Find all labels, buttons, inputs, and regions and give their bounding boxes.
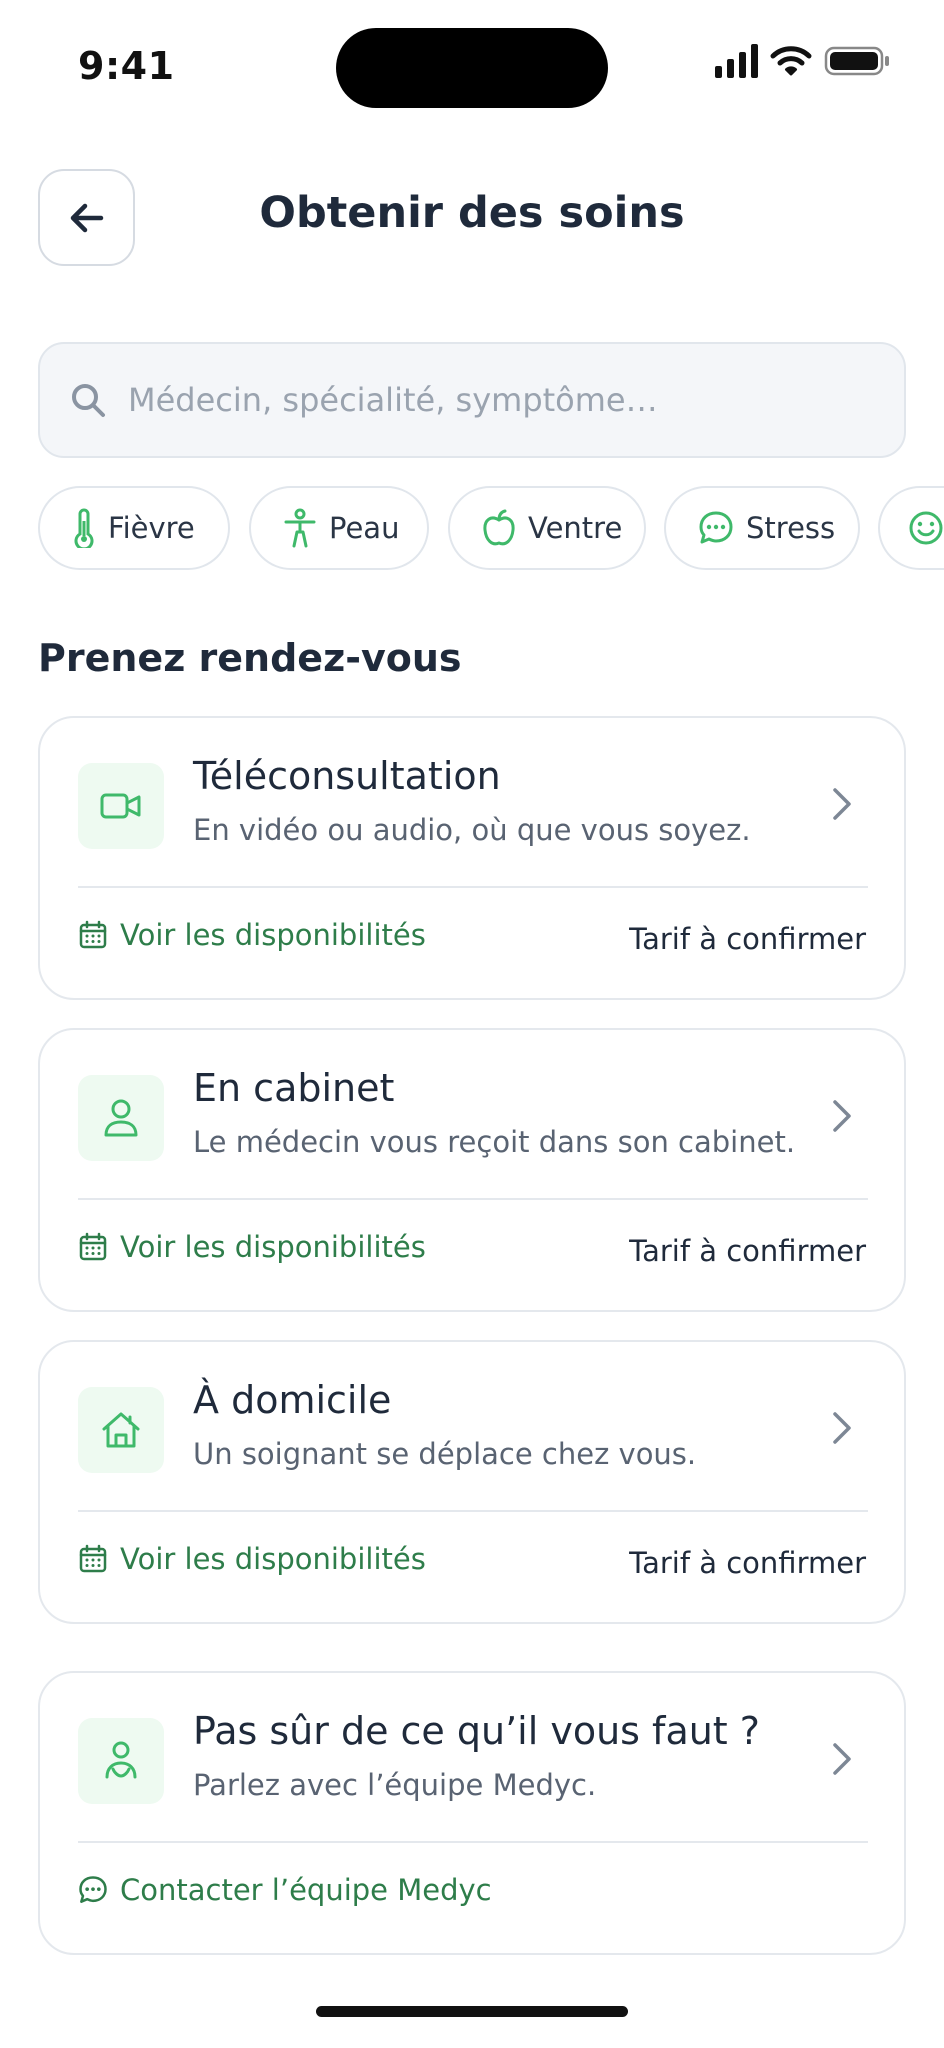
person-icon bbox=[104, 1099, 138, 1137]
symptom-chips: Fièvre Peau Ventre Stress bbox=[38, 486, 944, 570]
calendar-icon bbox=[79, 1232, 107, 1261]
card-help: Pas sûr de ce qu’il vous faut ? Parlez a… bbox=[38, 1671, 906, 1955]
home-indicator[interactable] bbox=[316, 2006, 628, 2017]
chip-label: Stress bbox=[746, 511, 836, 545]
card-title: Pas sûr de ce qu’il vous faut ? bbox=[193, 1709, 760, 1753]
thermometer-icon bbox=[74, 508, 94, 548]
card-subtitle: Parlez avec l’équipe Medyc. bbox=[193, 1768, 597, 1802]
battery-icon bbox=[824, 46, 889, 76]
card-teleconsultation-main[interactable]: Téléconsultation En vidéo ou audio, où q… bbox=[40, 718, 904, 888]
chat-bubble-icon bbox=[699, 511, 733, 544]
card-a-domicile: À domicile Un soignant se déplace chez v… bbox=[38, 1340, 906, 1624]
screen: 9:41 Obtenir des soins Médecin, spéciali… bbox=[0, 0, 944, 2048]
price-label: Tarif à confirmer bbox=[629, 1546, 866, 1580]
dynamic-island bbox=[336, 28, 608, 108]
card-subtitle: Un soignant se déplace chez vous. bbox=[193, 1437, 697, 1471]
card-footer: Voir les disponibilités Tarif à confirme… bbox=[40, 1200, 904, 1310]
contact-team-link[interactable]: Contacter l’équipe Medyc bbox=[78, 1873, 492, 1907]
video-camera-icon bbox=[100, 793, 141, 819]
card-subtitle: Le médecin vous reçoit dans son cabinet. bbox=[193, 1125, 796, 1159]
chevron-right-icon bbox=[833, 788, 851, 820]
chip-partial[interactable] bbox=[878, 486, 944, 570]
calendar-icon bbox=[79, 1544, 107, 1573]
card-a-domicile-main[interactable]: À domicile Un soignant se déplace chez v… bbox=[40, 1342, 904, 1512]
section-title: Prenez rendez-vous bbox=[38, 636, 462, 680]
card-title: Téléconsultation bbox=[193, 754, 501, 798]
availability-label: Voir les disponibilités bbox=[120, 1230, 426, 1264]
house-icon bbox=[102, 1412, 140, 1448]
card-footer: Contacter l’équipe Medyc bbox=[40, 1843, 904, 1953]
search-icon bbox=[72, 384, 105, 417]
card-teleconsultation: Téléconsultation En vidéo ou audio, où q… bbox=[38, 716, 906, 1000]
card-en-cabinet: En cabinet Le médecin vous reçoit dans s… bbox=[38, 1028, 906, 1312]
card-footer: Voir les disponibilités Tarif à confirme… bbox=[40, 888, 904, 998]
support-person-icon bbox=[105, 1741, 137, 1779]
price-label: Tarif à confirmer bbox=[629, 1234, 866, 1268]
chip-fievre[interactable]: Fièvre bbox=[38, 486, 230, 570]
body-icon bbox=[284, 508, 316, 548]
status-bar: 9:41 bbox=[0, 0, 944, 110]
chip-label: Ventre bbox=[528, 511, 623, 545]
chat-bubble-icon bbox=[79, 1876, 107, 1903]
search-input[interactable] bbox=[128, 381, 868, 419]
availability-link[interactable]: Voir les disponibilités bbox=[78, 918, 426, 952]
card-help-main[interactable]: Pas sûr de ce qu’il vous faut ? Parlez a… bbox=[40, 1673, 904, 1843]
page-title: Obtenir des soins bbox=[259, 188, 685, 238]
card-en-cabinet-main[interactable]: En cabinet Le médecin vous reçoit dans s… bbox=[40, 1030, 904, 1200]
chevron-right-icon bbox=[833, 1743, 851, 1775]
availability-label: Voir les disponibilités bbox=[120, 918, 426, 952]
availability-link[interactable]: Voir les disponibilités bbox=[78, 1542, 426, 1576]
chevron-right-icon bbox=[833, 1412, 851, 1444]
cellular-signal-icon bbox=[715, 44, 758, 78]
chip-ventre[interactable]: Ventre bbox=[448, 486, 646, 570]
availability-link[interactable]: Voir les disponibilités bbox=[78, 1230, 426, 1264]
apple-icon bbox=[483, 509, 515, 546]
card-subtitle: En vidéo ou audio, où que vous soyez. bbox=[193, 813, 751, 847]
smiley-icon bbox=[909, 511, 943, 545]
search-bar[interactable] bbox=[38, 342, 906, 458]
card-title: À domicile bbox=[193, 1378, 392, 1422]
card-icon-box bbox=[78, 1387, 164, 1473]
chip-label: Peau bbox=[329, 511, 400, 545]
card-icon-box bbox=[78, 1718, 164, 1804]
status-icons bbox=[715, 44, 890, 78]
price-label: Tarif à confirmer bbox=[629, 922, 866, 956]
card-title: En cabinet bbox=[193, 1066, 395, 1110]
chip-peau[interactable]: Peau bbox=[249, 486, 429, 570]
card-icon-box bbox=[78, 763, 164, 849]
chevron-right-icon bbox=[833, 1100, 851, 1132]
wifi-icon bbox=[770, 46, 812, 76]
card-icon-box bbox=[78, 1075, 164, 1161]
status-time: 9:41 bbox=[78, 44, 175, 88]
contact-team-label: Contacter l’équipe Medyc bbox=[120, 1873, 492, 1907]
chip-stress[interactable]: Stress bbox=[664, 486, 860, 570]
calendar-icon bbox=[79, 920, 107, 949]
card-footer: Voir les disponibilités Tarif à confirme… bbox=[40, 1512, 904, 1622]
availability-label: Voir les disponibilités bbox=[120, 1542, 426, 1576]
chip-label: Fièvre bbox=[108, 511, 195, 545]
